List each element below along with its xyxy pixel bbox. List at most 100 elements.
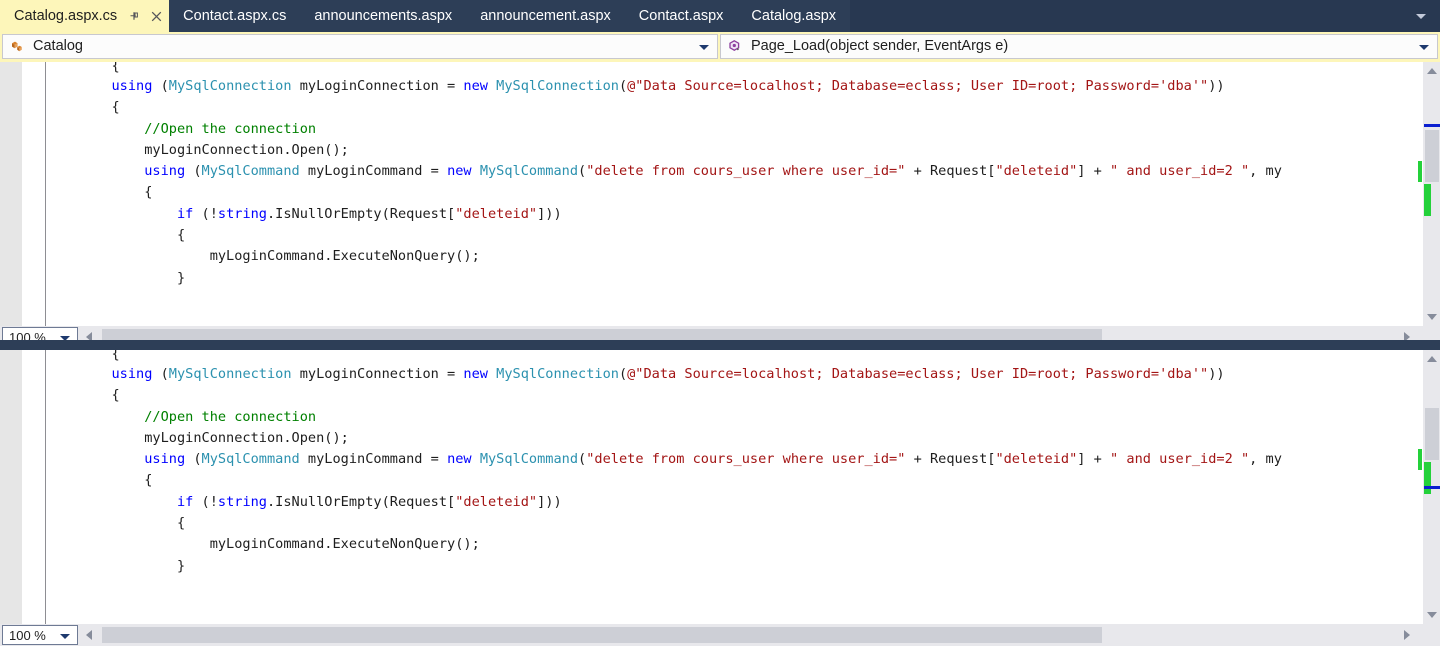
code-line[interactable]: { [46, 513, 1422, 534]
code-token: ( [618, 78, 628, 94]
vertical-scrollbar-bottom[interactable] [1422, 350, 1440, 624]
code-token: myLoginConnection = [291, 78, 464, 94]
code-line[interactable]: using (MySqlCommand myLoginCommand = new… [46, 449, 1422, 470]
editor-text-surface-bottom[interactable]: { using (MySqlConnection myLoginConnecti… [0, 350, 1422, 624]
code-line[interactable]: //Open the connection [46, 407, 1422, 428]
indicator-margin-top[interactable] [0, 62, 22, 326]
code-line[interactable]: if (!string.IsNullOrEmpty(Request["delet… [46, 204, 1422, 225]
code-token: myLoginConnection = [291, 366, 464, 382]
scroll-down-button-top[interactable] [1423, 308, 1440, 326]
code-line[interactable]: myLoginConnection.Open(); [46, 140, 1422, 161]
tab-overflow-button[interactable] [1408, 0, 1434, 32]
document-tab-label: announcement.aspx [480, 7, 611, 24]
document-tab-3[interactable]: announcement.aspx [466, 0, 625, 32]
indicator-margin-bottom[interactable] [0, 350, 22, 624]
code-token: "deleteid" [995, 451, 1078, 468]
document-tab-label: Contact.aspx [638, 7, 724, 24]
code-token: if [176, 493, 194, 510]
close-icon[interactable] [149, 9, 163, 23]
editor-pane-top[interactable]: { using (MySqlConnection myLoginConnecti… [0, 62, 1440, 326]
code-token: "deleteid" [455, 205, 538, 222]
chevron-down-icon[interactable] [1419, 44, 1429, 50]
code-line[interactable]: using (MySqlCommand myLoginCommand = new… [46, 161, 1422, 182]
code-token: MySqlCommand [201, 451, 300, 468]
code-token: using [144, 451, 186, 468]
code-line[interactable]: { [46, 225, 1422, 246]
scroll-up-button-bottom[interactable] [1423, 350, 1440, 368]
editor-navigation-bar: Catalog Page_Load(object sender, EventAr… [0, 32, 1440, 62]
chevron-down-icon[interactable] [60, 634, 70, 639]
code-token: new [447, 451, 472, 468]
scrollbar-change-marker-bottom [1424, 462, 1431, 494]
code-line[interactable]: using (MySqlConnection myLoginConnection… [46, 364, 1422, 385]
zoom-level-dropdown-bottom[interactable]: 100 % [2, 625, 78, 645]
code-token: ( [185, 163, 202, 180]
vertical-scroll-thumb-top[interactable] [1425, 130, 1439, 182]
code-token: MySqlCommand [479, 451, 579, 468]
code-line[interactable]: { [46, 182, 1422, 203]
code-line[interactable]: using (MySqlConnection myLoginConnection… [46, 76, 1422, 97]
scrollbar-change-marker-top [1424, 184, 1431, 216]
code-token: using [111, 366, 153, 382]
chevron-down-icon[interactable] [699, 44, 709, 50]
code-line[interactable]: { [46, 470, 1422, 491]
horizontal-scroll-thumb-bottom[interactable] [102, 627, 1102, 643]
splitter-grip[interactable] [706, 342, 734, 347]
code-line[interactable]: myLoginCommand.ExecuteNonQuery(); [46, 246, 1422, 267]
code-line[interactable]: { [46, 97, 1422, 118]
code-token: + Request[ [905, 451, 996, 468]
code-token: .IsNullOrEmpty(Request[ [267, 493, 456, 510]
scroll-right-button-bottom[interactable] [1398, 624, 1416, 646]
document-tab-4[interactable]: Contact.aspx [624, 0, 738, 32]
code-token: ( [152, 366, 169, 382]
scroll-up-button-top[interactable] [1423, 62, 1440, 80]
code-line[interactable]: //Open the connection [46, 119, 1422, 140]
code-token: )) [1208, 78, 1225, 94]
code-text-top[interactable]: { using (MySqlConnection myLoginConnecti… [46, 62, 1422, 326]
member-dropdown[interactable]: Page_Load(object sender, EventArgs e) [720, 34, 1438, 59]
editor-pane-bottom[interactable]: { using (MySqlConnection myLoginConnecti… [0, 350, 1440, 624]
code-token: " and user_id=2 " [1110, 163, 1250, 180]
scroll-down-button-bottom[interactable] [1423, 606, 1440, 624]
class-dropdown[interactable]: Catalog [2, 34, 718, 59]
horizontal-scrollbar-bottom[interactable] [80, 624, 1416, 646]
editor-text-surface-top[interactable]: { using (MySqlConnection myLoginConnecti… [0, 62, 1422, 326]
code-token: string [217, 493, 267, 510]
code-token: new [463, 366, 488, 382]
code-token: ] + [1077, 451, 1111, 468]
document-tab-5[interactable]: Catalog.aspx [737, 0, 851, 32]
code-token: MySqlCommand [479, 163, 579, 180]
code-line[interactable]: { [46, 385, 1422, 406]
code-token: ( [578, 451, 587, 468]
code-text-bottom[interactable]: { using (MySqlConnection myLoginConnecti… [46, 350, 1422, 624]
code-token: )) [1208, 366, 1225, 382]
code-line[interactable]: myLoginCommand.ExecuteNonQuery(); [46, 534, 1422, 555]
code-line[interactable]: } [46, 556, 1422, 577]
document-tab-1[interactable]: Contact.aspx.cs [169, 0, 301, 32]
code-token: myLoginCommand = [299, 163, 448, 180]
code-token: "delete from cours_user where user_id=" [586, 163, 906, 180]
code-line[interactable]: if (!string.IsNullOrEmpty(Request["delet… [46, 492, 1422, 513]
code-token: (! [193, 205, 218, 222]
code-line[interactable]: myLoginConnection.Open(); [46, 428, 1422, 449]
triangle-up-icon [1427, 68, 1437, 74]
vertical-scroll-thumb-bottom[interactable] [1425, 408, 1439, 460]
code-line[interactable]: } [46, 268, 1422, 289]
pin-icon[interactable] [127, 9, 141, 23]
document-tab-2[interactable]: announcements.aspx [300, 0, 467, 32]
scroll-left-button-bottom[interactable] [80, 624, 98, 646]
selection-margin-bottom[interactable] [22, 350, 45, 624]
editor-splitter[interactable] [0, 340, 1440, 350]
selection-margin-top[interactable] [22, 62, 45, 326]
vertical-scrollbar-top[interactable] [1422, 62, 1440, 326]
document-tab-0[interactable]: Catalog.aspx.cs [0, 0, 170, 32]
